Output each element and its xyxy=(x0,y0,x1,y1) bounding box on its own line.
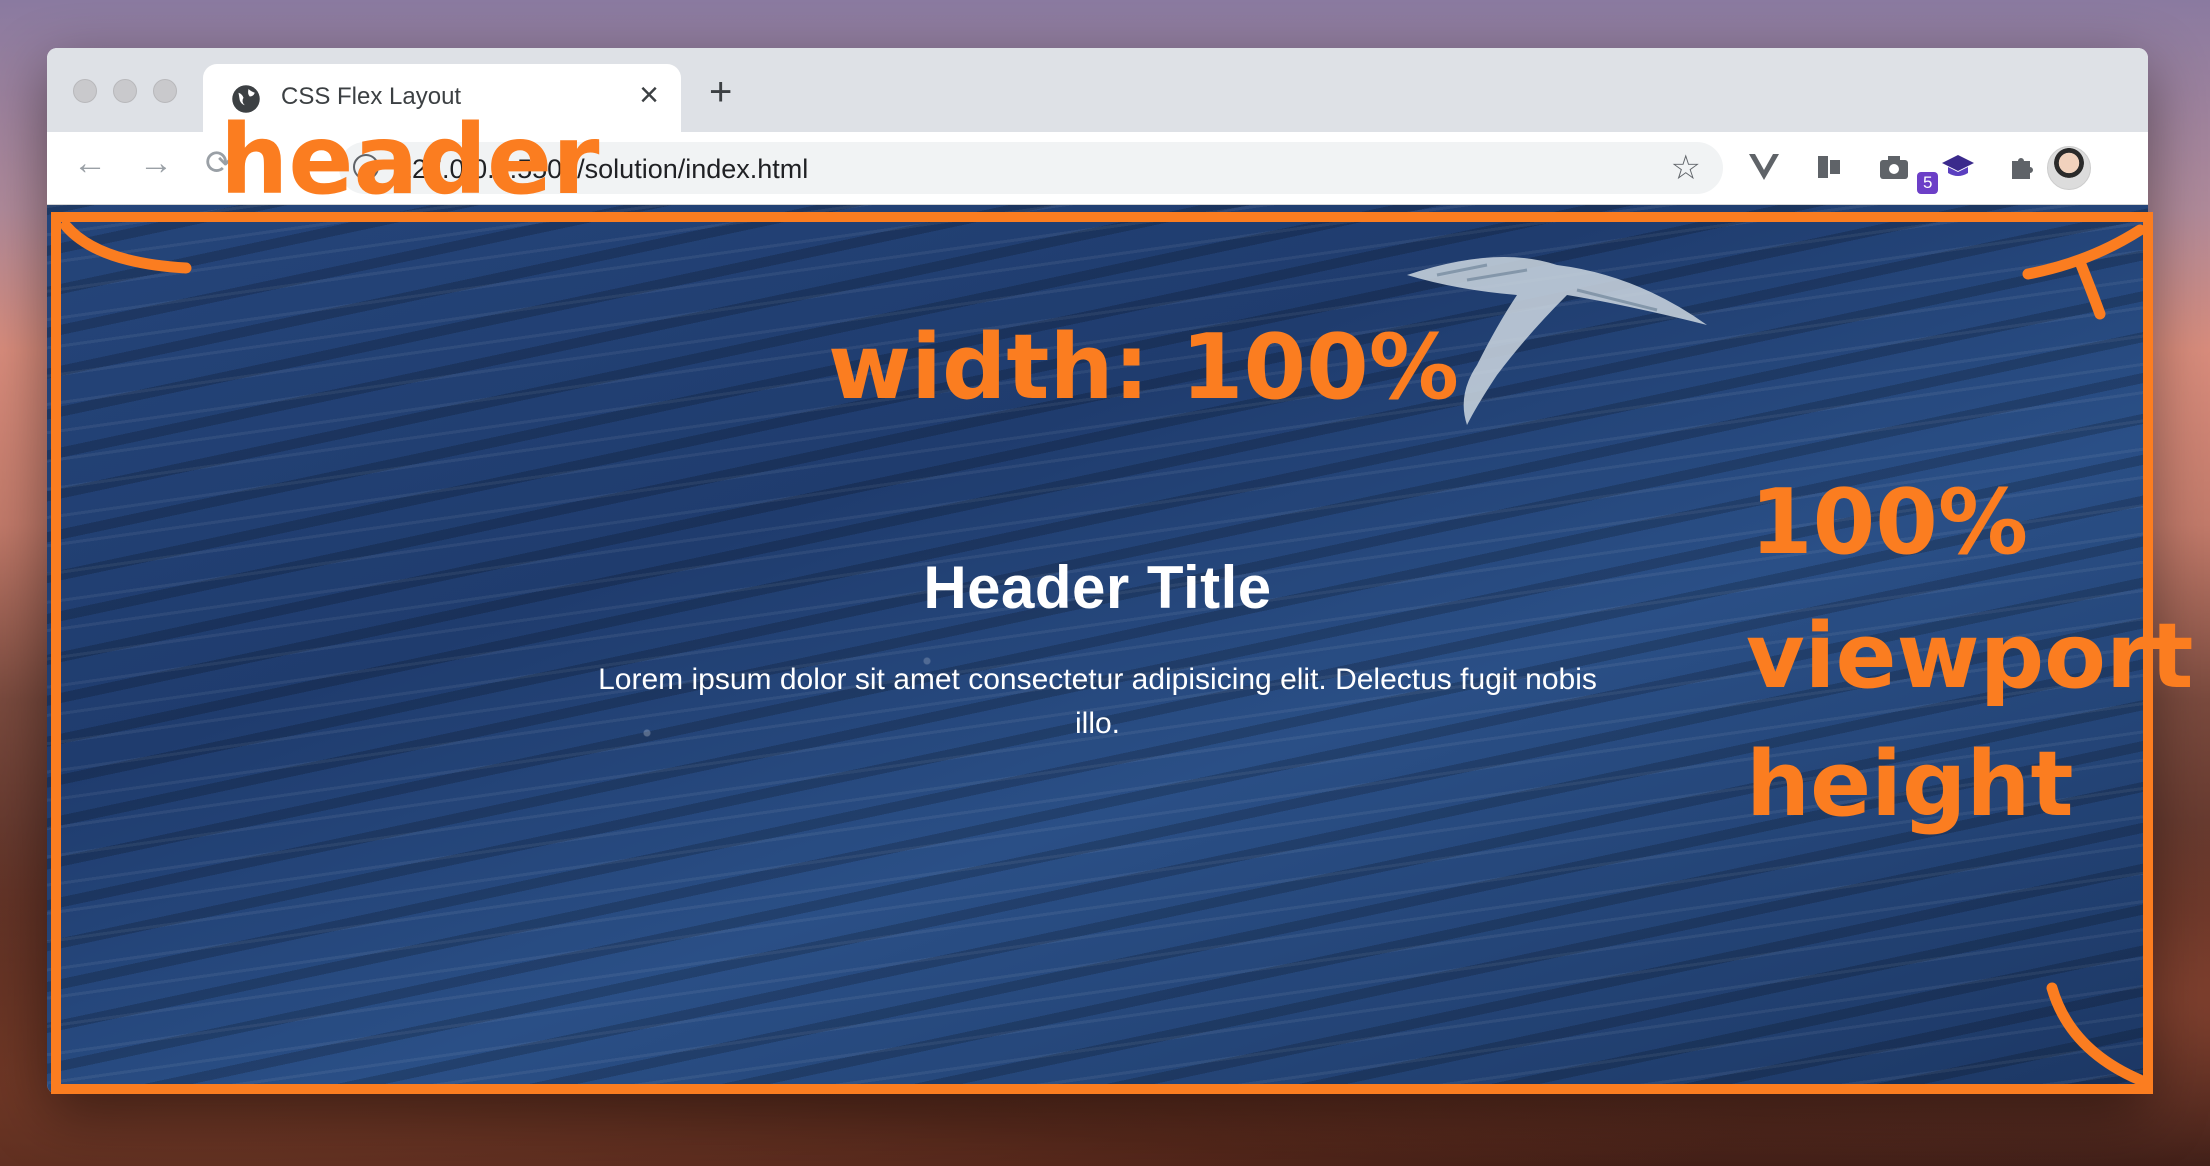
bookmark-star-icon[interactable]: ☆ xyxy=(1671,148,1701,188)
forward-button[interactable]: → xyxy=(139,146,173,180)
vue-devtools-icon[interactable] xyxy=(1747,150,1781,184)
header-title: Header Title xyxy=(923,554,1272,621)
new-tab-button[interactable]: + xyxy=(709,72,732,112)
camera-icon[interactable] xyxy=(1877,150,1911,184)
reader-extension-icon[interactable] xyxy=(1813,150,1847,184)
profile-avatar[interactable] xyxy=(2047,146,2091,190)
tab-close-icon[interactable]: × xyxy=(639,78,659,112)
window-zoom-button[interactable] xyxy=(153,79,177,103)
annotation-height-line1: 100% xyxy=(1750,470,2029,575)
annotation-width: width: 100% xyxy=(828,315,1459,420)
puzzle-extensions-icon[interactable] xyxy=(2005,150,2039,184)
back-button[interactable]: ← xyxy=(73,146,107,180)
annotation-height-line2: viewport xyxy=(1746,604,2194,709)
annotation-header: header xyxy=(220,104,600,216)
window-minimize-button[interactable] xyxy=(113,79,137,103)
window-close-button[interactable] xyxy=(73,79,97,103)
annotation-height-line3: height xyxy=(1746,732,2074,837)
extension-badge: 5 xyxy=(1917,172,1939,194)
header-text: Lorem ipsum dolor sit amet consectetur a… xyxy=(598,663,1597,740)
graduation-cap-extension-icon[interactable] xyxy=(1941,150,1975,184)
browser-menu-icon[interactable]: ⋮ xyxy=(2137,146,2148,178)
